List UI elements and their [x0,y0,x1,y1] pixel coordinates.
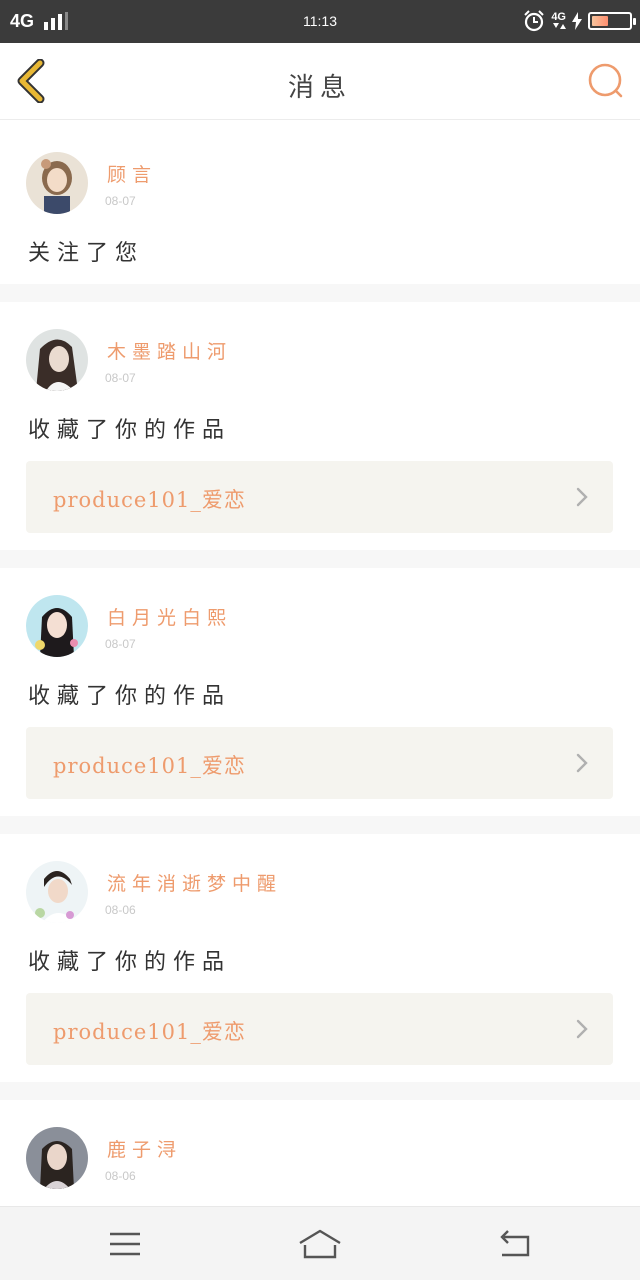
home-icon[interactable] [295,1225,345,1263]
timestamp: 08-06 [105,1169,136,1183]
app-header: 消息 [0,43,640,120]
menu-icon[interactable] [100,1225,150,1263]
action-text: 收藏了你的作品 [28,950,232,975]
battery-level [592,16,608,26]
username[interactable]: 鹿子浔 [107,1135,182,1162]
return-icon[interactable] [490,1225,540,1263]
work-link[interactable]: produce101_爱恋 [26,461,613,533]
notification-list[interactable]: 顾言 08-07 关注了您 木墨踏山河 08-07 收藏了你的作品 produc… [0,120,640,1206]
notification-card: 顾言 08-07 关注了您 [0,120,640,284]
avatar[interactable] [26,861,88,923]
data-arrows-icon [552,23,566,29]
search-icon[interactable] [586,61,626,101]
work-link[interactable]: produce101_爱恋 [26,727,613,799]
avatar[interactable] [26,329,88,391]
username[interactable]: 白月光白熙 [107,603,232,630]
avatar[interactable] [26,595,88,657]
system-nav-bar [0,1206,640,1280]
action-text: 收藏了你的作品 [28,684,232,709]
page-title: 消息 [287,73,352,103]
timestamp: 08-07 [105,637,136,651]
timestamp: 08-07 [105,371,136,385]
status-icons: 4G [523,10,636,32]
chevron-right-icon [576,1019,588,1039]
work-link[interactable]: produce101_爱恋 [26,993,613,1065]
data-indicator: 4G [551,12,566,30]
network-type-right: 4G [551,11,566,23]
username[interactable]: 流年消逝梦中醒 [107,869,282,896]
action-text: 收藏了你的作品 [28,418,232,443]
work-title: produce101_爱恋 [53,488,246,512]
avatar[interactable] [26,152,88,214]
notification-card: 白月光白熙 08-07 收藏了你的作品 produce101_爱恋 [0,568,640,816]
work-title: produce101_爱恋 [53,1020,246,1044]
action-text: 关注了您 [28,241,145,266]
timestamp: 08-07 [105,194,136,208]
username[interactable]: 木墨踏山河 [107,337,232,364]
username[interactable]: 顾言 [107,160,157,187]
charging-icon [572,12,582,30]
work-title: produce101_爱恋 [53,754,246,778]
status-bar: 4G 11:13 4G [0,0,640,43]
chevron-right-icon [576,487,588,507]
chevron-right-icon [576,753,588,773]
notification-card: 流年消逝梦中醒 08-06 收藏了你的作品 produce101_爱恋 [0,834,640,1082]
timestamp: 08-06 [105,903,136,917]
alarm-icon [524,10,545,32]
battery-icon [588,12,636,30]
avatar[interactable] [26,1127,88,1189]
notification-card: 木墨踏山河 08-07 收藏了你的作品 produce101_爱恋 [0,302,640,550]
notification-card: 鹿子浔 08-06 [0,1100,640,1206]
